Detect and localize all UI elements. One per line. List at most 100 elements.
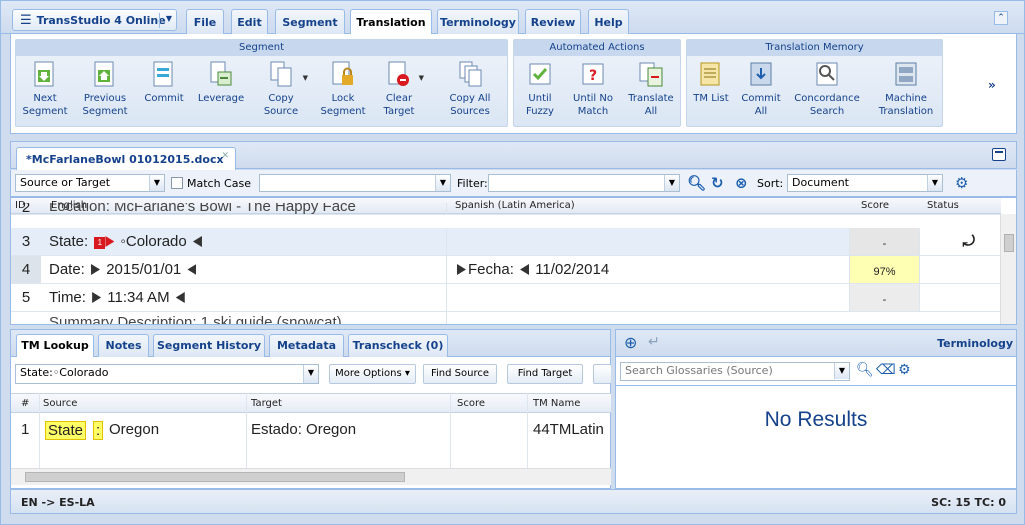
terminology-title: Terminology — [937, 337, 1013, 350]
tab-segment-history[interactable]: Segment History — [153, 334, 265, 357]
commit-icon — [153, 61, 173, 87]
next-segment-button[interactable]: Next Segment — [18, 60, 72, 126]
chevron-down-icon[interactable]: ▼ — [149, 175, 164, 191]
more-options-button[interactable]: More Options ▾ — [329, 364, 416, 384]
copy-all-sources-button[interactable]: Copy All Sources — [436, 60, 504, 126]
svg-text:?: ? — [589, 68, 597, 84]
concordance-search-button[interactable]: Concordance Search — [791, 60, 863, 126]
search-icon[interactable]: 🔍︎ — [856, 362, 874, 378]
tag-close-marker — [175, 292, 185, 303]
search-next-icon[interactable]: ↻ — [711, 174, 724, 192]
ribbon: Segment Next Segment Previous Segment Co… — [10, 34, 1017, 134]
chevron-down-icon[interactable]: ▼ — [834, 363, 849, 379]
tab-metadata[interactable]: Metadata — [269, 334, 344, 357]
chevron-down-icon[interactable]: ▼ — [303, 72, 308, 85]
column-header-score[interactable]: Score — [457, 398, 485, 409]
tag-marker: 1 — [94, 237, 106, 249]
tab-transcheck[interactable]: Transcheck (0) — [348, 334, 448, 357]
chevron-down-icon[interactable]: ▼ — [435, 175, 450, 191]
status-bar: EN -> ES-LA SC: 15 TC: 0 — [10, 489, 1017, 514]
search-input[interactable]: ▼ — [259, 174, 451, 192]
match-case-checkbox[interactable] — [171, 177, 183, 189]
ribbon-more-button[interactable]: » — [988, 78, 996, 92]
leverage-button[interactable]: Leverage — [194, 60, 248, 126]
tab-terminology[interactable]: Terminology — [437, 9, 519, 34]
table-row[interactable]: 4 Date: 2015/01/01 Fecha: 11/02/2014 97% — [11, 256, 1001, 284]
tab-segment[interactable]: Segment — [275, 9, 345, 34]
find-source-button[interactable]: Find Source — [423, 364, 497, 384]
tag-close-marker — [187, 264, 197, 275]
target-cell[interactable] — [447, 228, 850, 255]
search-icon[interactable]: 🔍︎ — [687, 174, 706, 192]
filter-select[interactable]: ▼ — [488, 174, 680, 192]
target-cell[interactable]: Fecha: 11/02/2014 — [447, 256, 850, 283]
column-header-source[interactable]: Source — [43, 398, 77, 409]
chevron-down-icon[interactable]: ▼ — [927, 175, 942, 191]
until-fuzzy-button[interactable]: Until Fuzzy — [518, 60, 562, 126]
score-cell: 97% — [850, 256, 920, 283]
tab-translation[interactable]: Translation — [350, 9, 432, 35]
source-cell[interactable]: State: 1 ◦Colorado — [41, 228, 447, 255]
clear-search-icon[interactable]: ⊗ — [735, 174, 748, 192]
column-header-target[interactable]: Target — [251, 398, 282, 409]
machine-translation-icon — [895, 62, 917, 86]
add-term-icon[interactable]: ⊕ — [624, 333, 637, 352]
tab-tm-lookup[interactable]: TM Lookup — [16, 334, 94, 357]
document-tab-label: *McFarlaneBowl 01012015.docx — [26, 153, 224, 166]
menu-bar: ☰ TransStudio 4 Online ▼ File Edit Segme… — [1, 1, 1024, 35]
tab-edit[interactable]: Edit — [231, 9, 268, 34]
chevron-down-icon[interactable]: ▼ — [166, 14, 172, 23]
more-button[interactable] — [593, 364, 611, 384]
chevron-down-icon[interactable]: ▼ — [664, 175, 679, 191]
app-menu-button[interactable]: ☰ TransStudio 4 Online ▼ — [12, 9, 177, 31]
document-tab[interactable]: *McFarlaneBowl 01012015.docx ✕ — [16, 147, 236, 170]
tab-help[interactable]: Help — [588, 9, 629, 34]
clear-search-icon[interactable]: ⌫ — [876, 362, 896, 378]
commit-button[interactable]: Commit — [142, 60, 186, 126]
commit-all-button[interactable]: Commit All — [739, 60, 783, 126]
tm-panel-tabs: TM Lookup Notes Segment History Metadata… — [11, 330, 610, 357]
clear-target-button[interactable]: Clear Target ▼ — [372, 60, 426, 126]
source-cell[interactable]: Date: 2015/01/01 — [41, 256, 447, 283]
translate-all-button[interactable]: Translate All — [626, 60, 676, 126]
insert-term-icon[interactable]: ↵ — [648, 334, 660, 350]
tm-list-button[interactable]: TM List — [691, 60, 731, 126]
machine-translation-button[interactable]: Machine Translation — [873, 60, 939, 126]
target-cell[interactable] — [447, 284, 850, 311]
tab-notes[interactable]: Notes — [98, 334, 149, 357]
table-row[interactable]: Summary Description: 1 ski guide (snowca… — [11, 312, 1001, 324]
find-target-button[interactable]: Find Target — [507, 364, 583, 384]
copy-source-button[interactable]: Copy Source ▼ — [254, 60, 308, 126]
tab-review[interactable]: Review — [525, 9, 581, 34]
status-cell — [920, 256, 1001, 283]
lock-segment-button[interactable]: Lock Segment — [316, 60, 370, 126]
collapse-ribbon-icon[interactable]: ⌃ — [994, 11, 1008, 25]
previous-segment-button[interactable]: Previous Segment — [78, 60, 132, 126]
grid-scrollbar[interactable] — [1000, 214, 1016, 324]
table-row[interactable]: 2 Location: McFarlane's Bowl - The Happy… — [11, 203, 1001, 215]
chevron-down-icon[interactable]: ▼ — [419, 72, 424, 85]
table-row[interactable]: 3 State: 1 ◦Colorado - ⤾ — [11, 228, 1001, 256]
close-icon[interactable]: ✕ — [221, 151, 229, 161]
until-no-match-button[interactable]: ? Until No Match — [568, 60, 618, 126]
translate-all-icon — [639, 62, 663, 87]
settings-gear-icon[interactable]: ⚙ — [955, 174, 968, 192]
tab-file[interactable]: File — [186, 9, 224, 34]
tm-result-row[interactable]: 1 State : Oregon Estado: Oregon 44TMLati… — [11, 414, 611, 468]
tag-open-marker — [91, 264, 101, 275]
status-icon[interactable]: ⤾ — [920, 228, 1001, 255]
search-scope-select[interactable]: Source or Target ▼ — [15, 174, 165, 192]
glossary-search-input[interactable]: Search Glossaries (Source) ▼ — [620, 362, 850, 381]
column-header-tm-name[interactable]: TM Name — [533, 398, 580, 409]
table-row[interactable]: 5 Time: 11:34 AM - — [11, 284, 1001, 312]
chevron-down-icon[interactable]: ▼ — [303, 365, 318, 383]
sort-select[interactable]: Document ▼ — [787, 174, 943, 192]
source-cell[interactable]: Time: 11:34 AM — [41, 284, 447, 311]
empty-state-message: No Results — [764, 408, 868, 431]
tm-query-input[interactable]: State:◦Colorado ▼ — [15, 364, 319, 384]
tm-horizontal-scrollbar[interactable] — [11, 468, 611, 485]
settings-gear-icon[interactable]: ⚙ — [898, 362, 911, 378]
maximize-icon[interactable] — [992, 148, 1006, 161]
column-header-num[interactable]: # — [21, 398, 29, 409]
filter-label: Filter: — [457, 177, 488, 190]
